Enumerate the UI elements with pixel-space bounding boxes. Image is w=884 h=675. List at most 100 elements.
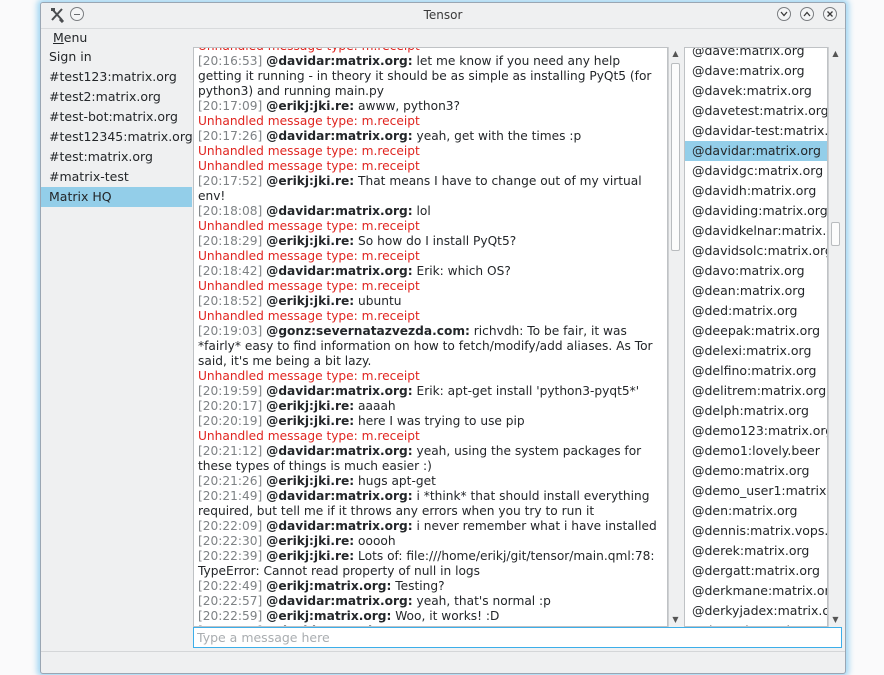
room-item[interactable]: #test-bot:matrix.org: [41, 107, 192, 127]
message-sender[interactable]: @davidar:matrix.org:: [266, 519, 413, 533]
member-item[interactable]: @dave:matrix.org: [685, 61, 827, 81]
room-item[interactable]: #test2:matrix.org: [41, 87, 192, 107]
member-item[interactable]: @daviding:matrix.org: [685, 201, 827, 221]
message-sender[interactable]: @davidar:matrix.org:: [266, 129, 413, 143]
triangle-down-icon[interactable]: ▼: [829, 613, 842, 627]
member-item[interactable]: @demo_user1:matrix.org: [685, 481, 827, 501]
message-timestamp: [20:19:59]: [198, 384, 263, 398]
message-sender[interactable]: @davidar:matrix.org:: [266, 264, 413, 278]
message-sender[interactable]: @erikj:jki.re:: [266, 414, 354, 428]
message-sender[interactable]: @erikj:jki.re:: [266, 534, 354, 548]
error-text: Unhandled message type: m.receipt: [198, 249, 420, 263]
member-item[interactable]: @demo:matrix.org: [685, 461, 827, 481]
message-timestamp: [20:22:49]: [198, 579, 263, 593]
message-sender[interactable]: @erikj:jki.re:: [266, 549, 354, 563]
chevron-down-icon: [780, 11, 788, 17]
member-item[interactable]: @dean:matrix.org: [685, 281, 827, 301]
system-message: Unhandled message type: m.receipt: [198, 309, 662, 324]
member-item[interactable]: @dennis:matrix.vops.nl: [685, 521, 827, 541]
error-text: Unhandled message type: m.receipt: [198, 48, 420, 53]
system-message: Unhandled message type: m.receipt: [198, 144, 662, 159]
member-item[interactable]: @davek:matrix.org: [685, 81, 827, 101]
message-sender[interactable]: @davidar:matrix.org:: [266, 594, 413, 608]
triangle-down-icon[interactable]: ▼: [669, 613, 682, 627]
message-sender[interactable]: @erikj:jki.re:: [266, 174, 354, 188]
message-text: yeah, that's normal :p: [416, 594, 551, 608]
room-item[interactable]: #test:matrix.org: [41, 147, 192, 167]
close-icon: [827, 11, 833, 17]
member-item[interactable]: @ded:matrix.org: [685, 301, 827, 321]
message-scrollbar[interactable]: ▲ ▼: [668, 47, 682, 627]
member-list[interactable]: @dave:matrix.org @dave:matrix.org @davek:m…: [684, 47, 828, 627]
member-item[interactable]: @deepak:matrix.org: [685, 321, 827, 341]
room-item[interactable]: #test12345:matrix.org: [41, 127, 193, 147]
member-item[interactable]: @davidsolc:matrix.org: [685, 241, 827, 261]
message-sender[interactable]: @erikj:jki.re:: [266, 399, 354, 413]
member-item[interactable]: @delfino:matrix.org: [685, 361, 827, 381]
message-sender[interactable]: @erikj:jki.re:: [266, 294, 354, 308]
error-text: Unhandled message type: m.receipt: [198, 429, 420, 443]
menu-mnemonic: M: [53, 30, 64, 45]
member-item[interactable]: @demo1:lovely.beer: [685, 441, 827, 461]
title-bar[interactable]: Tensor: [41, 3, 845, 29]
member-item[interactable]: @davetest:matrix.org: [685, 101, 827, 121]
triangle-up-icon[interactable]: ▲: [669, 47, 682, 61]
room-item[interactable]: Matrix HQ: [41, 187, 192, 207]
member-item[interactable]: @demo123:matrix.org: [685, 421, 827, 441]
minimize-button[interactable]: [777, 7, 791, 21]
member-item[interactable]: @delph:matrix.org: [685, 401, 827, 421]
menu-button[interactable]: Menu: [53, 30, 87, 45]
message-scroll-thumb[interactable]: [671, 63, 680, 251]
member-item[interactable]: @delexi:matrix.org: [685, 341, 827, 361]
message-timestamp: [20:18:52]: [198, 294, 263, 308]
message-timestamp: [20:18:08]: [198, 204, 263, 218]
message-text: So how do I install PyQt5?: [358, 234, 517, 248]
room-item[interactable]: #matrix-test: [41, 167, 192, 187]
message-sender[interactable]: @davidar:matrix.org:: [266, 54, 413, 68]
message-text: Erik: which OS?: [416, 264, 511, 278]
member-item[interactable]: @den:matrix.org: [685, 501, 827, 521]
message-sender[interactable]: @davidar:matrix.org:: [266, 204, 413, 218]
member-scroll-thumb[interactable]: [831, 222, 840, 246]
message-sender[interactable]: @erikj:matrix.org:: [266, 579, 391, 593]
chat-message: [20:21:12] @davidar:matrix.org: yeah, us…: [198, 444, 662, 474]
chat-message: [20:22:39] @erikj:jki.re: Lots of: file:…: [198, 549, 662, 579]
message-sender[interactable]: @erikj:jki.re:: [266, 99, 354, 113]
member-item[interactable]: @davidgc:matrix.org: [685, 161, 827, 181]
chat-message: [20:18:08] @davidar:matrix.org: lol: [198, 204, 662, 219]
member-item[interactable]: @davidh:matrix.org: [685, 181, 827, 201]
member-item[interactable]: @derkyjadex:matrix.org: [685, 601, 827, 621]
message-view[interactable]: Unhandled message type: m.receipt[20:16:…: [193, 47, 668, 627]
member-item[interactable]: @davidar:matrix.org: [685, 141, 827, 161]
maximize-button[interactable]: [800, 7, 814, 21]
member-item[interactable]: @dave:matrix.org: [685, 48, 827, 61]
member-item[interactable]: @davo:matrix.org: [685, 261, 827, 281]
close-button[interactable]: [823, 7, 837, 21]
menu-bar: Menu: [41, 28, 845, 48]
message-sender[interactable]: @davidar:matrix.org:: [266, 444, 413, 458]
message-text: aaaah: [358, 399, 396, 413]
member-item[interactable]: @derek:matrix.org: [685, 541, 827, 561]
message-timestamp: [20:22:09]: [198, 519, 263, 533]
room-item[interactable]: Sign in: [41, 47, 192, 67]
message-sender[interactable]: @erikj:jki.re:: [266, 474, 354, 488]
message-text: lol: [416, 204, 431, 218]
message-text: Woo, it works! :D: [395, 609, 500, 623]
message-input[interactable]: [193, 627, 842, 648]
message-sender[interactable]: @davidar:matrix.org:: [266, 489, 413, 503]
room-item[interactable]: #test123:matrix.org: [41, 67, 192, 87]
message-timestamp: [20:16:53]: [198, 54, 263, 68]
member-item[interactable]: @dergatt:matrix.org: [685, 561, 827, 581]
message-text: here I was trying to use pip: [358, 414, 525, 428]
message-sender[interactable]: @erikj:jki.re:: [266, 234, 354, 248]
message-sender[interactable]: @davidar:matrix.org:: [266, 384, 413, 398]
member-item[interactable]: @delitrem:matrix.org: [685, 381, 827, 401]
message-sender[interactable]: @gonz:severnatazvezda.com:: [266, 324, 470, 338]
message-sender[interactable]: @erikj:matrix.org:: [266, 609, 391, 623]
member-scrollbar[interactable]: ▲ ▼: [828, 47, 842, 627]
triangle-up-icon[interactable]: ▲: [829, 47, 842, 61]
member-item[interactable]: @derkmane:matrix.org: [685, 581, 827, 601]
member-item[interactable]: @davidar-test:matrix.org: [685, 121, 827, 141]
chat-message: [20:20:19] @erikj:jki.re: here I was try…: [198, 414, 662, 429]
member-item[interactable]: @davidkelnar:matrix.org: [685, 221, 827, 241]
